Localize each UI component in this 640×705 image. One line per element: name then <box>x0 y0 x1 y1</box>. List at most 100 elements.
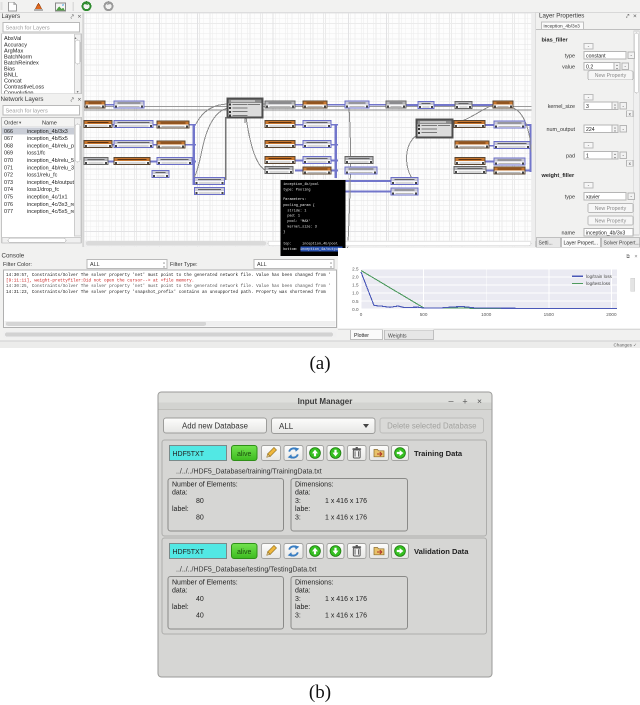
svg-text:076: 076 <box>4 202 13 208</box>
svg-text:alive: alive <box>237 549 252 556</box>
svg-text:Changes ✓: Changes ✓ <box>613 342 637 347</box>
svg-text:1000: 1000 <box>481 312 492 317</box>
svg-text:0.0: 0.0 <box>352 307 359 312</box>
svg-text:Filter Type:: Filter Type: <box>170 262 198 268</box>
svg-text:Search for Layers: Search for Layers <box>6 26 50 32</box>
svg-text:Dimensions:: Dimensions: <box>295 580 334 587</box>
svg-text:1500: 1500 <box>544 312 555 317</box>
svg-text:inception_4c/3x3_red: inception_4c/3x3_red <box>27 202 78 208</box>
svg-text:data:: data: <box>295 588 311 595</box>
svg-text:14:30:25, Constraints/Solver T: 14:30:25, Constraints/Solver The solver … <box>6 284 331 289</box>
svg-text:500: 500 <box>420 312 428 317</box>
svg-text:inception_4c/5x5_red: inception_4c/5x5_red <box>27 209 78 215</box>
svg-text:068: 068 <box>4 143 13 149</box>
svg-text:×: × <box>633 13 637 20</box>
svg-text:074: 074 <box>4 187 13 193</box>
svg-text:073: 073 <box>4 180 13 186</box>
svg-text:×: × <box>477 396 482 406</box>
svg-text:067: 067 <box>4 136 13 142</box>
svg-text:type: type <box>565 195 575 201</box>
svg-text:Delete selected Database: Delete selected Database <box>387 421 476 430</box>
svg-text:Search for layers: Search for layers <box>6 109 48 115</box>
svg-text:Input Manager: Input Manager <box>298 397 353 406</box>
svg-text:0: 0 <box>360 312 363 317</box>
svg-text:0.2: 0.2 <box>586 64 593 70</box>
svg-text:inception_4b/5x5: inception_4b/5x5 <box>27 136 68 142</box>
svg-text:loss1/relu_fc: loss1/relu_fc <box>27 173 58 179</box>
svg-text:data:: data: <box>295 490 311 497</box>
svg-text:14:30:57, Constraints/Solver T: 14:30:57, Constraints/Solver The solver … <box>6 273 331 278</box>
svg-text:xavier: xavier <box>586 194 600 200</box>
svg-text:}: } <box>283 230 285 235</box>
svg-text:ALL: ALL <box>257 262 267 268</box>
svg-text:3:: 3: <box>295 498 301 505</box>
svg-text:alive: alive <box>237 451 252 458</box>
svg-text:Name: Name <box>42 121 57 127</box>
svg-text:Network Layers: Network Layers <box>1 96 44 103</box>
svg-text:inception_4b/relu_3x3: inception_4b/relu_3x3 <box>27 165 80 171</box>
svg-text:3: 3 <box>586 104 589 110</box>
svg-text:▴: ▴ <box>74 35 76 40</box>
svg-text:Setti...: Setti... <box>539 241 553 247</box>
svg-text:×: × <box>78 97 82 104</box>
svg-text:log/train loss: log/train loss <box>586 274 612 279</box>
svg-text:label:: label: <box>172 604 189 611</box>
svg-text:Weights: Weights <box>388 333 407 339</box>
svg-text:071: 071 <box>4 165 13 171</box>
svg-text:+: + <box>462 397 467 407</box>
svg-text:name: name <box>562 231 576 237</box>
svg-text:type: type <box>565 54 575 60</box>
svg-text:num_output: num_output <box>547 127 576 133</box>
svg-text:weight_filler: weight_filler <box>541 173 575 179</box>
svg-text:ALL: ALL <box>279 422 294 431</box>
svg-text:1.5: 1.5 <box>352 283 359 288</box>
svg-text:▾: ▾ <box>77 89 79 94</box>
svg-text:pool: 'MAX': pool: 'MAX' <box>283 219 310 224</box>
svg-text:value: value <box>562 65 575 71</box>
svg-text:40: 40 <box>196 612 204 619</box>
svg-text:14:31:23, Constraints/Solver T: 14:31:23, Constraints/Solver The solver … <box>6 290 326 295</box>
svg-text:constant: constant <box>586 53 606 59</box>
svg-text:HDF5TXT: HDF5TXT <box>173 549 205 556</box>
svg-text:3:: 3: <box>295 612 301 619</box>
svg-text:224: 224 <box>586 127 595 133</box>
svg-text:inception_4b/3x3: inception_4b/3x3 <box>27 129 68 135</box>
svg-text:pooling_param {: pooling_param { <box>283 203 315 208</box>
svg-text:Dimensions:: Dimensions: <box>295 482 334 489</box>
svg-text:×: × <box>634 254 637 260</box>
svg-text:log/test.loss: log/test.loss <box>586 281 611 286</box>
svg-text:1: 1 <box>586 153 589 159</box>
svg-text:Layer Propert...: Layer Propert... <box>564 241 598 247</box>
svg-text:070: 070 <box>4 158 13 164</box>
svg-text:../../../HDF5_Database/testing: ../../../HDF5_Database/testing/TestingDa… <box>176 567 317 574</box>
svg-text:top: inception_4b/pool: top: inception_4b/pool <box>283 241 338 246</box>
svg-text:label:: label: <box>172 506 189 513</box>
svg-text:stride: 1: stride: 1 <box>283 208 306 213</box>
svg-text:Parameters:: Parameters: <box>283 197 306 202</box>
svg-text:Order: Order <box>4 121 18 127</box>
svg-text:inception_4c/1x1: inception_4c/1x1 <box>27 195 67 201</box>
svg-text:inception_4b/3x3: inception_4b/3x3 <box>586 230 625 236</box>
svg-text:inception_4b/3x3: inception_4b/3x3 <box>544 24 581 30</box>
svg-text:type: Pooling: type: Pooling <box>283 187 310 192</box>
svg-text:kernel_size: 3: kernel_size: 3 <box>283 224 317 229</box>
svg-text:New Property: New Property <box>595 73 627 79</box>
svg-text:kernel_size: kernel_size <box>548 104 575 110</box>
svg-text:2000: 2000 <box>606 312 617 317</box>
svg-text:Validation Data: Validation Data <box>414 547 469 556</box>
svg-text:80: 80 <box>196 514 204 521</box>
svg-text:Layers: Layers <box>2 13 21 20</box>
svg-text:[9:11:11], weight-prettyfiler:: [9:11:11], weight-prettyfiler:Did not op… <box>6 279 194 284</box>
svg-text:Number of Elements:: Number of Elements: <box>172 482 238 489</box>
svg-text:1 x 416 x 176: 1 x 416 x 176 <box>325 498 367 505</box>
svg-text:Layer Properties: Layer Properties <box>539 13 584 20</box>
svg-text:data:: data: <box>172 588 188 595</box>
svg-text:×: × <box>78 14 82 21</box>
svg-text:bottom: inception_4a/output: bottom: inception_4a/output <box>283 247 340 252</box>
svg-text:pad: 1: pad: 1 <box>283 214 300 219</box>
svg-text:data:: data: <box>172 490 188 497</box>
svg-text:bias_filler: bias_filler <box>542 38 569 44</box>
svg-text:077: 077 <box>4 209 13 215</box>
svg-text:80: 80 <box>196 498 204 505</box>
svg-text:1 x 416 x 176: 1 x 416 x 176 <box>325 514 367 521</box>
